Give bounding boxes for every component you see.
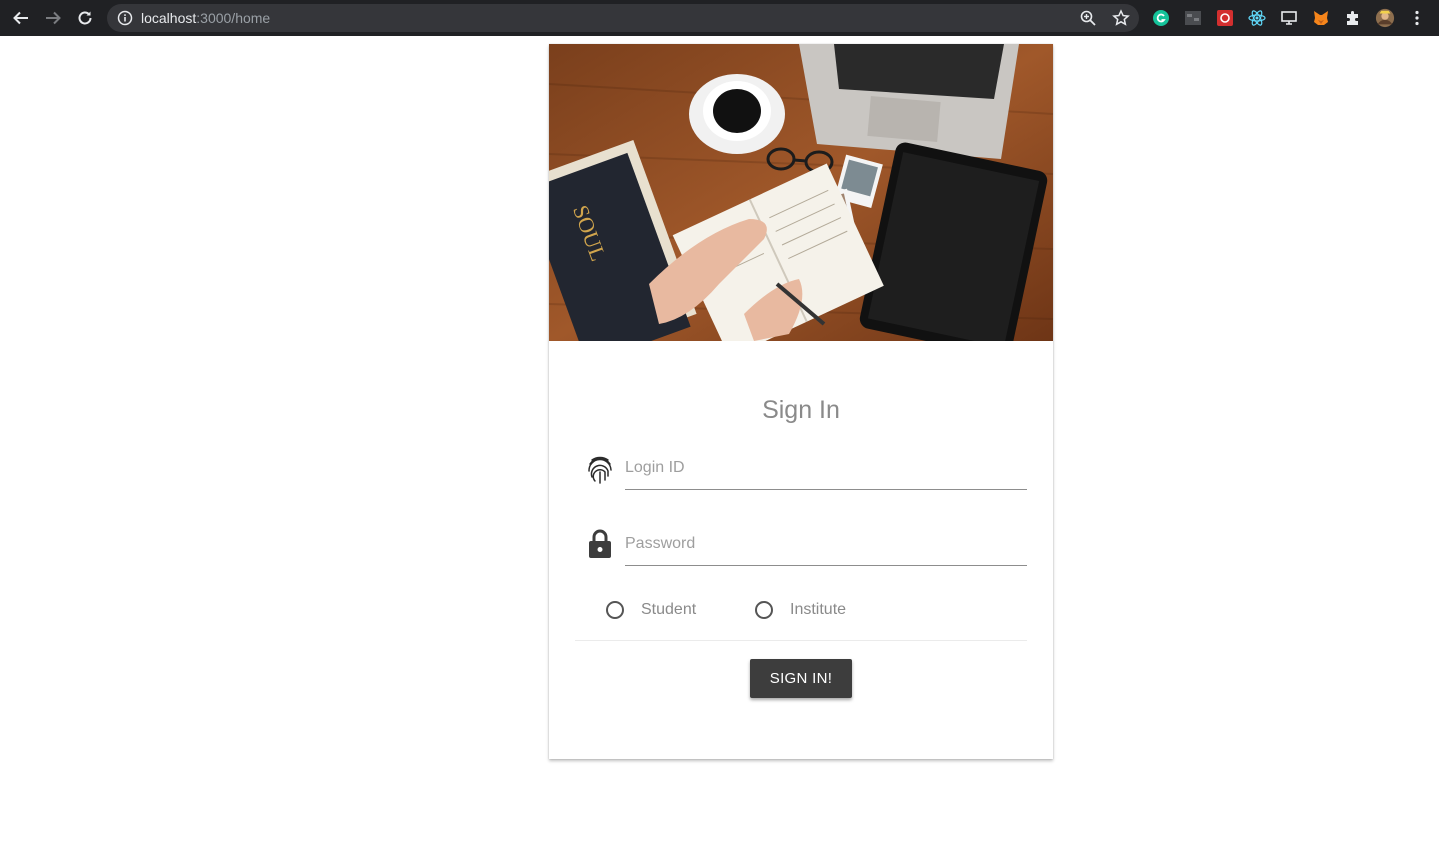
lock-icon [589, 529, 611, 558]
role-label-institute: Institute [790, 601, 847, 618]
sign-in-title: Sign In [762, 396, 840, 424]
address-bar[interactable]: localhost:3000/home [107, 4, 1139, 32]
url-text[interactable]: localhost:3000/home [141, 10, 270, 26]
hero-image: SOUL [549, 44, 1053, 341]
extensions-puzzle-icon[interactable] [1343, 8, 1363, 28]
monitor-extension-icon[interactable] [1279, 8, 1299, 28]
metamask-fox-icon[interactable] [1311, 8, 1331, 28]
grammarly-extension-icon[interactable] [1151, 8, 1171, 28]
role-radio-institute[interactable]: Institute [755, 601, 846, 619]
redux-devtools-extension-icon[interactable] [1215, 8, 1235, 28]
password-input[interactable] [625, 526, 1027, 562]
role-label-student: Student [641, 601, 697, 618]
back-button[interactable] [8, 5, 34, 31]
forward-arrow-icon [46, 11, 61, 25]
sign-in-button[interactable]: SIGN IN! [750, 659, 852, 698]
extension-grid-icon[interactable] [1183, 8, 1203, 28]
login-id-field[interactable] [625, 450, 1027, 490]
browser-menu-icon[interactable] [1407, 8, 1427, 28]
back-arrow-icon [13, 11, 28, 25]
desk-photo-illustration: SOUL [549, 44, 1053, 341]
reload-button[interactable] [72, 5, 98, 31]
url-path: :3000/home [196, 10, 271, 26]
sign-in-card: SOUL Sign In Login ID Student Institute … [549, 44, 1053, 759]
zoom-icon[interactable] [1079, 9, 1097, 27]
profile-avatar[interactable] [1375, 8, 1395, 28]
reload-icon [78, 11, 92, 25]
radio-button-icon[interactable] [606, 601, 624, 619]
divider [575, 640, 1027, 641]
forward-button[interactable] [40, 5, 66, 31]
fingerprint-icon [588, 456, 612, 484]
login-id-input[interactable] [625, 450, 1027, 486]
radio-button-icon[interactable] [755, 601, 773, 619]
bookmark-star-icon[interactable] [1112, 9, 1130, 27]
browser-toolbar: localhost:3000/home [0, 0, 1439, 36]
react-devtools-icon[interactable] [1247, 8, 1267, 28]
site-info-icon[interactable] [117, 10, 133, 26]
password-field[interactable] [625, 526, 1027, 566]
url-host: localhost [141, 10, 197, 26]
role-radio-student[interactable]: Student [606, 601, 696, 619]
